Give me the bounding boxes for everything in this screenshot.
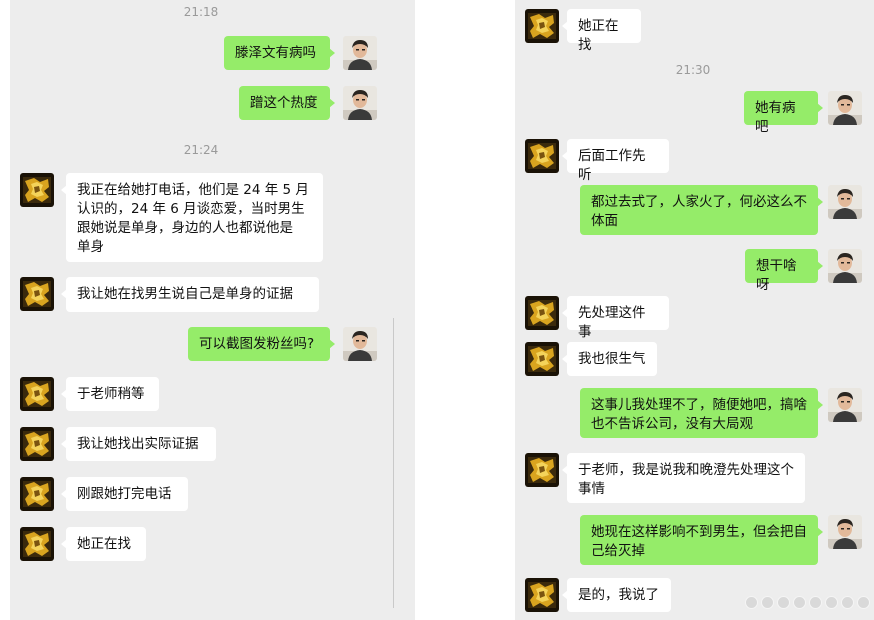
avatar[interactable] [343, 327, 377, 361]
timestamp: 21:24 [183, 143, 219, 157]
message-bubble[interactable]: 她正在找 [562, 9, 641, 53]
avatar[interactable] [525, 453, 559, 487]
avatar[interactable] [525, 296, 559, 330]
pagination-dot[interactable] [793, 596, 806, 609]
avatar[interactable] [20, 277, 54, 311]
message-bubble[interactable]: 刚跟她打完电话 [61, 477, 188, 511]
pagination-dot[interactable] [857, 596, 870, 609]
message-bubble[interactable]: 于老师稍等 [61, 377, 159, 411]
avatar[interactable] [343, 86, 377, 120]
pagination-dot[interactable] [745, 596, 758, 609]
chat-panel-right: 她正在找 21:30 她有病吧 后面工作先听 都过去式了，人家火了，何必这么不 … [515, 0, 874, 620]
pagination-dot[interactable] [761, 596, 774, 609]
message-bubble[interactable]: 可以截图发粉丝吗? [188, 327, 335, 361]
image-pagination-dots[interactable] [745, 594, 873, 613]
avatar[interactable] [828, 388, 862, 422]
avatar[interactable] [525, 9, 559, 43]
message-bubble[interactable]: 我也很生气 [562, 342, 657, 376]
pagination-dot[interactable] [777, 596, 790, 609]
avatar[interactable] [20, 377, 54, 411]
message-bubble[interactable]: 于老师，我是说我和晚澄先处理这个 事情 [562, 453, 805, 503]
avatar[interactable] [20, 527, 54, 561]
avatar[interactable] [525, 139, 559, 173]
avatar[interactable] [525, 578, 559, 612]
avatar[interactable] [343, 36, 377, 70]
divider [393, 318, 394, 608]
message-bubble[interactable]: 蹭这个热度 [239, 86, 335, 120]
message-bubble[interactable]: 我正在给她打电话，他们是 24 年 5 月 认识的，24 年 6 月谈恋爱，当时… [61, 173, 323, 262]
avatar[interactable] [828, 515, 862, 549]
avatar[interactable] [20, 173, 54, 207]
message-bubble[interactable]: 这事儿我处理不了，随便她吧，搞啥 也不告诉公司，没有大局观 [580, 388, 823, 438]
pagination-dot[interactable] [825, 596, 838, 609]
chat-panel-left: 21:18 滕泽文有病吗 蹭这个热度 21:24 我正在给她打电话，他们是 24… [10, 0, 415, 620]
avatar[interactable] [828, 185, 862, 219]
message-bubble[interactable]: 她现在这样影响不到男生，但会把自 己给灭掉 [580, 515, 823, 565]
avatar[interactable] [20, 427, 54, 461]
avatar[interactable] [20, 477, 54, 511]
avatar[interactable] [828, 249, 862, 283]
timestamp: 21:30 [675, 63, 711, 77]
message-bubble[interactable]: 她正在找 [61, 527, 146, 561]
message-bubble[interactable]: 是的，我说了 [562, 578, 671, 612]
message-bubble[interactable]: 想干啥呀 [745, 249, 823, 293]
timestamp: 21:18 [183, 5, 219, 19]
avatar[interactable] [828, 91, 862, 125]
avatar[interactable] [525, 342, 559, 376]
pagination-dot[interactable] [841, 596, 854, 609]
message-bubble[interactable]: 先处理这件事 [562, 296, 669, 340]
message-bubble[interactable]: 我让她找出实际证据 [61, 427, 216, 461]
pagination-dot[interactable] [809, 596, 822, 609]
message-bubble[interactable]: 我让她在找男生说自己是单身的证据 [61, 277, 319, 312]
message-bubble[interactable]: 滕泽文有病吗 [224, 36, 335, 70]
message-bubble[interactable]: 她有病吧 [744, 91, 823, 135]
message-bubble[interactable]: 都过去式了，人家火了，何必这么不 体面 [580, 185, 823, 235]
message-bubble[interactable]: 后面工作先听 [562, 139, 669, 183]
